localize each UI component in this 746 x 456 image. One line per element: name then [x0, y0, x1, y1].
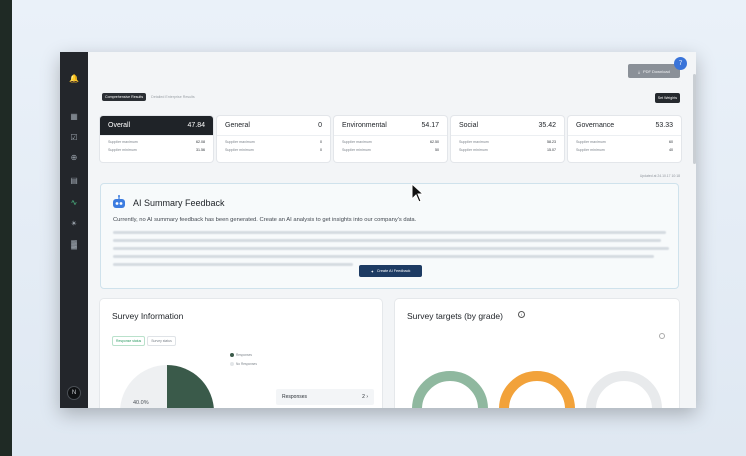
create-ai-feedback-button[interactable]: ✦ Create AI Feedback: [359, 265, 422, 277]
score-row-value: 31.56: [196, 148, 205, 152]
score-value: 54.17: [421, 122, 439, 129]
score-row-label: Supplier maximum: [342, 140, 372, 144]
score-card-environmental[interactable]: Environmental 54.17 Supplier maximum 62.50…: [334, 116, 447, 162]
score-row-label: Supplier maximum: [225, 140, 255, 144]
score-row-label: Supplier minimum: [459, 148, 488, 152]
tab-response-status[interactable]: Response status: [112, 336, 146, 346]
responses-value: 2: [362, 394, 365, 400]
results-tabs: Comprehensive Results Detailed Enterpris…: [102, 93, 198, 101]
blurred-text: [113, 231, 666, 234]
score-row-label: Supplier minimum: [342, 148, 371, 152]
score-row-value: 60: [669, 140, 673, 144]
score-row-value: 40: [669, 148, 673, 152]
updated-timestamp: Updated at 24.10.17 10:18: [639, 174, 680, 178]
pie-legend: Responses No Responses: [230, 351, 257, 369]
score-row-value: 62.08: [196, 140, 205, 144]
chevron-right-icon: ›: [366, 394, 368, 400]
sparkle-icon: ✦: [370, 269, 374, 274]
scrollbar[interactable]: [693, 74, 696, 164]
grade-ring-orange: [499, 371, 575, 408]
blurred-text: [113, 239, 661, 242]
grade-ring-gray: [586, 371, 662, 408]
score-row-label: Supplier minimum: [108, 148, 137, 152]
sidebar: 🔔 ▦ ☑ ⊕ ▤ ∿ ✴ ▓ N: [60, 52, 88, 408]
score-row-label: Supplier minimum: [225, 148, 254, 152]
score-cards: Overall 47.84 Supplier maximum 62.08 Suppl…: [100, 116, 681, 162]
set-weights-button[interactable]: Set Weights: [654, 93, 680, 103]
robot-icon: [113, 195, 125, 208]
responses-count: 2 ›: [362, 394, 368, 400]
survey-information-panel: Survey Information Response status Surve…: [100, 299, 382, 408]
survey-targets-panel: Survey targets (by grade) i: [395, 299, 679, 408]
score-row-value: 0: [320, 140, 322, 144]
tab-comprehensive-results[interactable]: Comprehensive Results: [102, 93, 147, 101]
legend-dot: [230, 362, 234, 367]
score-value: 35.42: [538, 122, 556, 129]
score-row-label: Supplier maximum: [576, 140, 606, 144]
legend-label: No Responses: [236, 362, 257, 366]
blurred-text: [113, 247, 669, 250]
refresh-icon[interactable]: [659, 333, 665, 339]
bell-icon[interactable]: 🔔: [69, 74, 79, 84]
create-ai-feedback-label: Create AI Feedback: [376, 269, 411, 273]
score-value: 53.33: [655, 122, 673, 129]
checklist-icon[interactable]: ☑: [69, 133, 79, 143]
score-row-value: 58.23: [547, 140, 556, 144]
main-content: ⤓ PDF Download 7 Comprehensive Results D…: [88, 52, 696, 408]
download-icon: ⤓: [638, 68, 640, 74]
legend-item: No Responses: [230, 360, 257, 369]
blurred-text: [113, 263, 353, 266]
pdf-download-button[interactable]: ⤓ PDF Download: [628, 64, 680, 78]
pdf-download-label: PDF Download: [642, 68, 670, 74]
score-row-value: 0: [320, 148, 322, 152]
score-title: Environmental: [342, 122, 387, 129]
legend-label: Responses: [236, 353, 252, 357]
score-row-label: Supplier maximum: [108, 140, 138, 144]
info-icon[interactable]: i: [518, 311, 525, 318]
score-row-label: Supplier minimum: [576, 148, 605, 152]
score-title: Social: [459, 122, 479, 129]
trend-icon[interactable]: ∿: [69, 198, 79, 208]
score-card-social[interactable]: Social 35.42 Supplier maximum 58.23 Suppli…: [451, 116, 564, 162]
ai-summary-title: AI Summary Feedback: [133, 198, 225, 208]
network-icon[interactable]: ✴: [69, 219, 79, 229]
avatar[interactable]: N: [67, 386, 81, 400]
tab-detailed-enterprise-results[interactable]: Detailed Enterprise Results: [148, 93, 198, 101]
score-title: Governance: [576, 122, 615, 129]
score-title: Overall: [108, 122, 131, 129]
responses-label: Responses: [282, 394, 308, 400]
mouse-cursor-icon: [411, 183, 425, 203]
score-value: 47.84: [187, 122, 205, 129]
blurred-text: [113, 255, 654, 258]
survey-sub-tabs: Response status Survey status: [112, 336, 176, 346]
score-card-overall[interactable]: Overall 47.84 Supplier maximum 62.08 Suppl…: [100, 116, 213, 162]
score-value: 0: [318, 122, 322, 129]
notification-badge[interactable]: 7: [674, 57, 687, 70]
survey-targets-title: Survey targets (by grade): [407, 311, 503, 321]
score-card-general[interactable]: General 0 Supplier maximum 0 Supplier mini…: [217, 116, 330, 162]
dashboard-icon[interactable]: ▦: [69, 112, 79, 122]
legend-dot: [230, 353, 234, 358]
ai-summary-card: AI Summary Feedback Currently, no AI sum…: [100, 183, 679, 289]
building-icon[interactable]: ▓: [69, 240, 79, 250]
score-row-value: 15.07: [547, 148, 556, 152]
score-card-governance[interactable]: Governance 53.33 Supplier maximum 60 Suppl…: [568, 116, 681, 162]
score-row-label: Supplier maximum: [459, 140, 489, 144]
grade-ring-green: [412, 371, 488, 408]
ai-summary-description: Currently, no AI summary feedback has be…: [113, 217, 417, 223]
survey-information-title: Survey Information: [112, 311, 184, 321]
document-icon[interactable]: ▤: [69, 176, 79, 186]
score-title: General: [225, 122, 250, 129]
tab-survey-status[interactable]: Survey status: [147, 336, 176, 346]
score-row-value: 62.50: [430, 140, 439, 144]
responses-row[interactable]: Responses 2 ›: [276, 389, 374, 405]
legend-item: Responses: [230, 351, 257, 360]
app-window: 🔔 ▦ ☑ ⊕ ▤ ∿ ✴ ▓ N ⤓ PDF Download 7 Compr…: [60, 52, 696, 408]
pie-percent-label: 40.0%: [133, 400, 149, 406]
score-row-value: 50: [435, 148, 439, 152]
search-zoom-icon[interactable]: ⊕: [69, 153, 79, 163]
